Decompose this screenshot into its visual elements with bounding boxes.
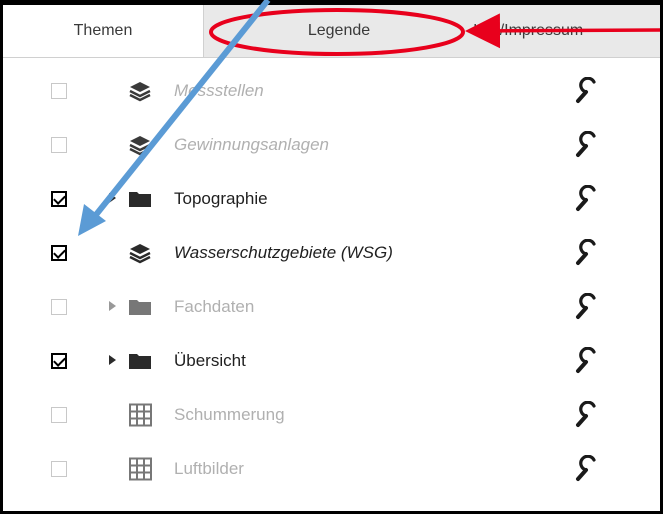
layers-icon — [127, 241, 153, 265]
folder-icon — [127, 349, 153, 373]
layer-row-gewinnungsanlagen[interactable]: Gewinnungsanlagen — [3, 118, 660, 172]
layers-icon — [127, 79, 153, 103]
wrench-icon[interactable] — [571, 292, 601, 321]
folder-icon — [127, 187, 153, 211]
layer-label: Schummerung — [174, 405, 285, 424]
expand-caret-icon[interactable] — [109, 193, 116, 203]
layer-row-wasserschutzgebiete-wsg[interactable]: Wasserschutzgebiete (WSG) — [3, 226, 660, 280]
grid-icon — [127, 457, 153, 481]
expand-caret-icon[interactable] — [109, 355, 116, 365]
checkbox-schummerung[interactable] — [51, 407, 67, 423]
tab-themen[interactable]: Themen — [3, 5, 204, 57]
layer-label: Topographie — [174, 189, 268, 208]
layer-row-schummerung[interactable]: Schummerung — [3, 388, 660, 442]
grid-icon — [127, 403, 153, 427]
checkbox-wasserschutzgebiete-wsg[interactable] — [51, 245, 67, 261]
layer-label: Luftbilder — [174, 459, 244, 478]
layer-label: Übersicht — [174, 351, 246, 370]
tab-legende[interactable]: Legende — [214, 5, 464, 57]
checkbox-messstellen[interactable] — [51, 83, 67, 99]
layer-label: Messstellen — [174, 81, 264, 100]
layer-row-fachdaten[interactable]: Fachdaten — [3, 280, 660, 334]
layer-row-messstellen[interactable]: Messstellen — [3, 64, 660, 118]
checkbox-gewinnungsanlagen[interactable] — [51, 137, 67, 153]
wrench-icon[interactable] — [571, 400, 601, 429]
wrench-icon[interactable] — [571, 346, 601, 375]
wrench-icon[interactable] — [571, 454, 601, 483]
wrench-icon[interactable] — [571, 238, 601, 267]
layer-label: Fachdaten — [174, 297, 255, 316]
expand-caret-icon[interactable] — [109, 301, 116, 311]
checkbox-übersicht[interactable] — [51, 353, 67, 369]
layer-label: Gewinnungsanlagen — [174, 135, 330, 154]
wrench-icon[interactable] — [571, 130, 601, 159]
checkbox-topographie[interactable] — [51, 191, 67, 207]
layers-icon — [127, 133, 153, 157]
layer-row-luftbilder[interactable]: Luftbilder — [3, 442, 660, 496]
folder-icon — [127, 295, 153, 319]
tab-info-impressum[interactable]: Info/Impressum — [473, 5, 663, 57]
checkbox-fachdaten[interactable] — [51, 299, 67, 315]
layer-row-topographie[interactable]: Topographie — [3, 172, 660, 226]
layer-row-übersicht[interactable]: Übersicht — [3, 334, 660, 388]
layer-label: Wasserschutzgebiete (WSG) — [174, 243, 393, 262]
wrench-icon[interactable] — [571, 184, 601, 213]
checkbox-luftbilder[interactable] — [51, 461, 67, 477]
tab-bar: Themen Legende Info/Impressum — [3, 5, 660, 58]
wrench-icon[interactable] — [571, 76, 601, 105]
